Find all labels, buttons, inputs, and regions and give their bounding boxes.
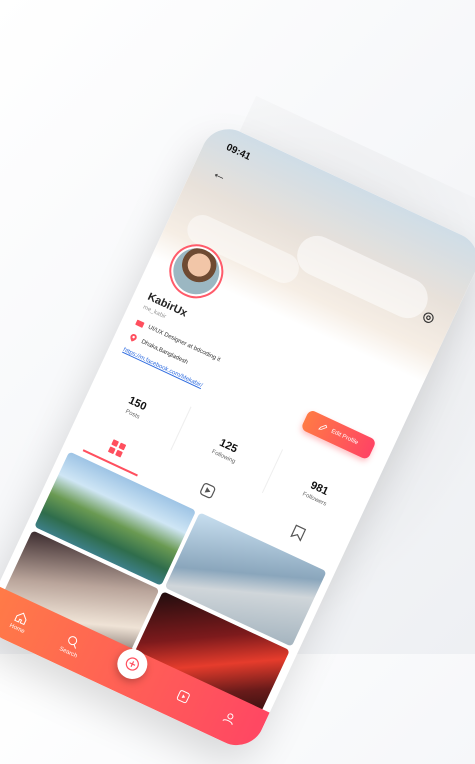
nav-home[interactable]: Home bbox=[9, 609, 32, 635]
grid-icon bbox=[108, 439, 127, 458]
search-icon bbox=[68, 635, 78, 649]
nav-profile[interactable] bbox=[221, 710, 238, 729]
bookmark-icon bbox=[290, 524, 307, 542]
profile-name: KabirUx bbox=[145, 290, 190, 320]
edit-profile-label: Edit Profile bbox=[330, 428, 359, 447]
cover-cloud bbox=[290, 229, 435, 325]
nav-reels[interactable] bbox=[175, 688, 192, 707]
add-icon bbox=[126, 657, 140, 671]
reels-icon bbox=[177, 689, 191, 703]
home-icon bbox=[14, 612, 28, 625]
edit-icon bbox=[318, 424, 328, 430]
nav-search[interactable]: Search bbox=[58, 632, 84, 659]
location-pin-icon bbox=[130, 333, 137, 342]
edit-profile-button[interactable]: Edit Profile bbox=[300, 409, 377, 461]
profile-icon bbox=[223, 713, 235, 725]
video-icon bbox=[200, 483, 216, 499]
briefcase-icon bbox=[135, 319, 145, 328]
